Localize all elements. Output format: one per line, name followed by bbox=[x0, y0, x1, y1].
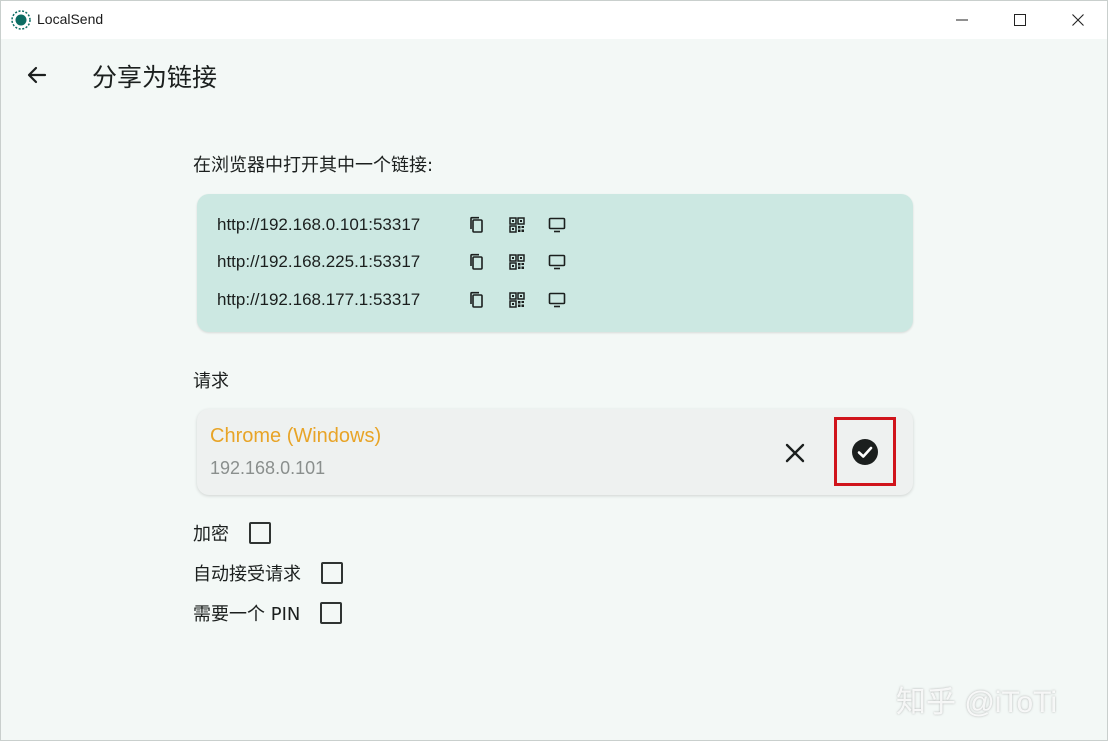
minimize-button[interactable] bbox=[933, 1, 991, 39]
localsend-logo-icon bbox=[11, 10, 31, 30]
request-device-name: Chrome (Windows) bbox=[210, 425, 382, 447]
check-circle-icon bbox=[852, 438, 878, 465]
qr-code-button[interactable] bbox=[497, 246, 537, 278]
monitor-icon bbox=[548, 217, 566, 233]
monitor-icon bbox=[548, 254, 566, 270]
copy-icon bbox=[470, 291, 483, 308]
links-card: http://192.168.0.101:53317 http://192.16… bbox=[197, 194, 913, 332]
reject-request-button[interactable] bbox=[775, 433, 815, 473]
require-pin-checkbox[interactable] bbox=[320, 602, 343, 624]
link-url[interactable]: http://192.168.0.101:53317 bbox=[217, 215, 457, 235]
link-url[interactable]: http://192.168.225.1:53317 bbox=[217, 252, 457, 272]
option-auto-accept: 自动接受请求 bbox=[193, 558, 343, 588]
copy-icon bbox=[470, 253, 483, 270]
link-row: http://192.168.0.101:53317 bbox=[217, 209, 577, 241]
link-row: http://192.168.177.1:53317 bbox=[217, 284, 577, 316]
open-in-browser-button[interactable] bbox=[537, 246, 577, 278]
watermark: 知乎 @iToTi bbox=[896, 686, 1058, 719]
qr-code-icon bbox=[509, 217, 525, 233]
qr-code-icon bbox=[509, 254, 525, 270]
localsend-window: LocalSend 分享为链接 在浏览器中打开其中一个链接: http://19… bbox=[0, 0, 1108, 741]
link-row: http://192.168.225.1:53317 bbox=[217, 246, 577, 278]
copy-icon bbox=[470, 216, 483, 233]
copy-link-button[interactable] bbox=[457, 246, 497, 278]
link-url[interactable]: http://192.168.177.1:53317 bbox=[217, 290, 457, 310]
encryption-checkbox[interactable] bbox=[249, 522, 271, 544]
option-encryption: 加密 bbox=[193, 518, 271, 548]
copy-link-button[interactable] bbox=[457, 284, 497, 316]
request-card: Chrome (Windows) 192.168.0.101 bbox=[197, 409, 913, 495]
title-bar: LocalSend bbox=[1, 1, 1107, 39]
qr-code-button[interactable] bbox=[497, 284, 537, 316]
maximize-icon bbox=[1014, 14, 1026, 26]
maximize-button[interactable] bbox=[991, 1, 1049, 39]
window-title: LocalSend bbox=[37, 11, 104, 27]
back-button[interactable] bbox=[19, 57, 55, 93]
open-in-browser-button[interactable] bbox=[537, 284, 577, 316]
open-in-browser-button[interactable] bbox=[537, 209, 577, 241]
copy-link-button[interactable] bbox=[457, 209, 497, 241]
close-icon bbox=[1072, 14, 1084, 26]
request-device-ip: 192.168.0.101 bbox=[210, 458, 326, 478]
option-label: 加密 bbox=[193, 524, 229, 545]
accept-request-button[interactable] bbox=[834, 417, 896, 486]
option-label: 需要一个 PIN bbox=[193, 604, 301, 625]
requests-section-label: 请求 bbox=[193, 371, 229, 392]
qr-code-icon bbox=[509, 292, 525, 308]
links-section-label: 在浏览器中打开其中一个链接: bbox=[193, 155, 434, 176]
close-button[interactable] bbox=[1049, 1, 1107, 39]
qr-code-button[interactable] bbox=[497, 209, 537, 241]
option-require-pin: 需要一个 PIN bbox=[193, 598, 343, 628]
minimize-icon bbox=[956, 19, 968, 21]
auto-accept-checkbox[interactable] bbox=[321, 562, 343, 584]
page-title: 分享为链接 bbox=[92, 63, 218, 92]
monitor-icon bbox=[548, 292, 566, 308]
arrow-back-icon bbox=[27, 66, 47, 84]
option-label: 自动接受请求 bbox=[193, 564, 301, 585]
close-icon bbox=[785, 443, 805, 463]
